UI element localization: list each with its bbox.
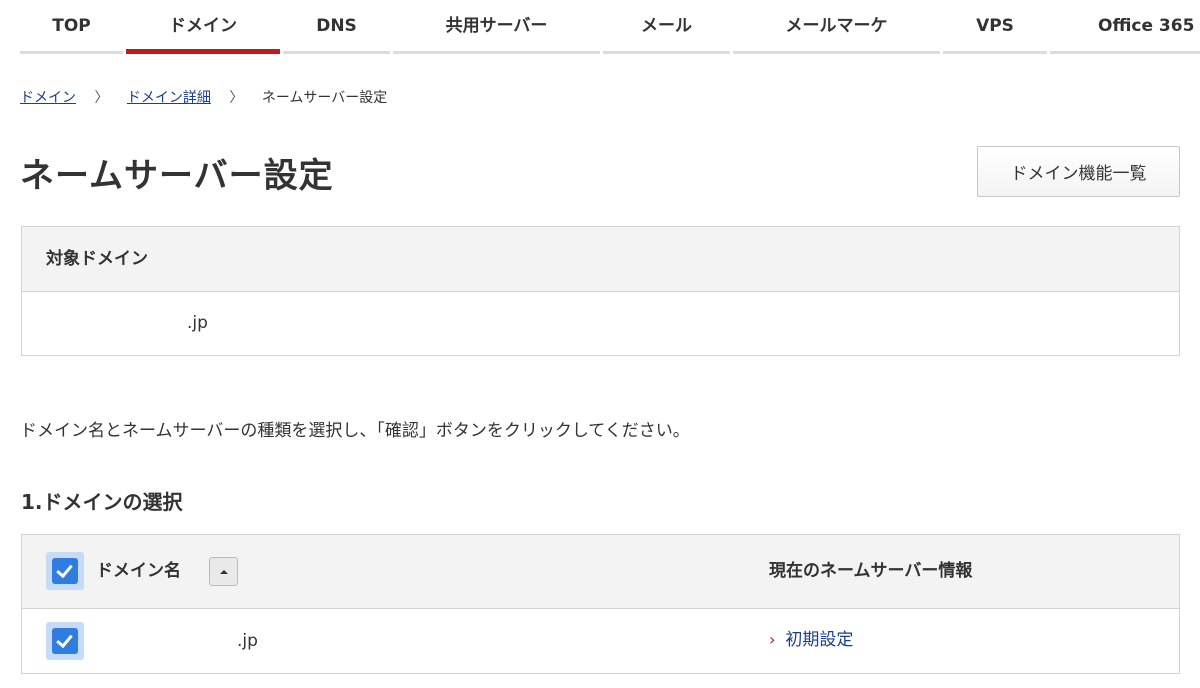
nav-item-label: Office 365 (1098, 16, 1195, 36)
breadcrumb-separator-icon: 〉 (94, 90, 109, 106)
row-nameserver-link[interactable]: › 初期設定 (769, 609, 853, 671)
chevron-right-icon: › (769, 630, 776, 649)
nav-underline (283, 51, 390, 54)
nav-item-dns[interactable]: DNS (283, 0, 390, 54)
breadcrumb-separator-icon: 〉 (229, 90, 244, 106)
nav-item-mail[interactable]: メール (603, 0, 730, 54)
select-all-checkbox[interactable] (46, 552, 84, 590)
nav-item-office365[interactable]: Office 365 (1050, 0, 1200, 54)
top-nav: TOP ドメイン DNS 共用サーバー メール メールマーケ VPS Offic… (20, 0, 1200, 54)
checkmark-icon (56, 630, 73, 649)
sort-button[interactable] (209, 557, 238, 586)
nav-underline (1050, 51, 1200, 54)
target-domain-header: 対象ドメイン (22, 227, 1179, 292)
nav-underline (603, 51, 730, 54)
sort-asc-icon (220, 570, 228, 574)
breadcrumb: ドメイン 〉 ドメイン詳細 〉 ネームサーバー設定 (20, 88, 387, 108)
table-header: ドメイン名 現在のネームサーバー情報 (22, 535, 1179, 609)
nav-underline (733, 51, 940, 54)
row-nameserver-value: 初期設定 (785, 630, 854, 650)
instruction-text: ドメイン名とネームサーバーの種類を選択し、「確認」ボタンをクリックしてください。 (20, 421, 690, 441)
checkbox-box (52, 628, 78, 654)
nav-item-top[interactable]: TOP (20, 0, 123, 54)
nav-underline (20, 51, 123, 54)
checkbox-box (52, 558, 78, 584)
nav-item-label: VPS (976, 16, 1014, 36)
column-header-nameserver: 現在のネームサーバー情報 (769, 561, 973, 581)
nav-active-underline (126, 49, 280, 54)
target-domain-box: 対象ドメイン .jp (21, 226, 1180, 356)
table-row: .jp › 初期設定 (22, 609, 1179, 673)
domain-functions-button[interactable]: ドメイン機能一覧 (977, 146, 1180, 197)
column-header-domain: ドメイン名 (96, 561, 181, 581)
checkmark-icon (56, 560, 73, 579)
target-domain-value: .jp (187, 313, 208, 333)
page-title: ネームサーバー設定 (20, 156, 334, 196)
nav-item-vps[interactable]: VPS (943, 0, 1047, 54)
nav-item-shared-server[interactable]: 共用サーバー (393, 0, 600, 54)
breadcrumb-current: ネームサーバー設定 (261, 90, 388, 106)
nav-underline (393, 51, 600, 54)
row-checkbox[interactable] (46, 622, 84, 660)
nav-item-label: DNS (316, 16, 357, 36)
nav-item-label: 共用サーバー (445, 16, 548, 36)
nav-item-label: TOP (52, 16, 91, 36)
nav-item-mail-marketing[interactable]: メールマーケ (733, 0, 940, 54)
nav-item-label: メールマーケ (785, 16, 888, 36)
nav-item-label: メール (641, 16, 692, 36)
nav-underline (943, 51, 1047, 54)
domain-table: ドメイン名 現在のネームサーバー情報 .jp › 初期設定 (21, 534, 1180, 674)
breadcrumb-link-domain[interactable]: ドメイン (20, 90, 76, 106)
row-domain-name: .jp (237, 631, 258, 651)
nav-item-domain[interactable]: ドメイン (126, 0, 280, 54)
section-title: 1.ドメインの選択 (21, 490, 183, 514)
breadcrumb-link-domain-detail[interactable]: ドメイン詳細 (127, 90, 211, 106)
nav-item-label: ドメイン (169, 16, 237, 36)
